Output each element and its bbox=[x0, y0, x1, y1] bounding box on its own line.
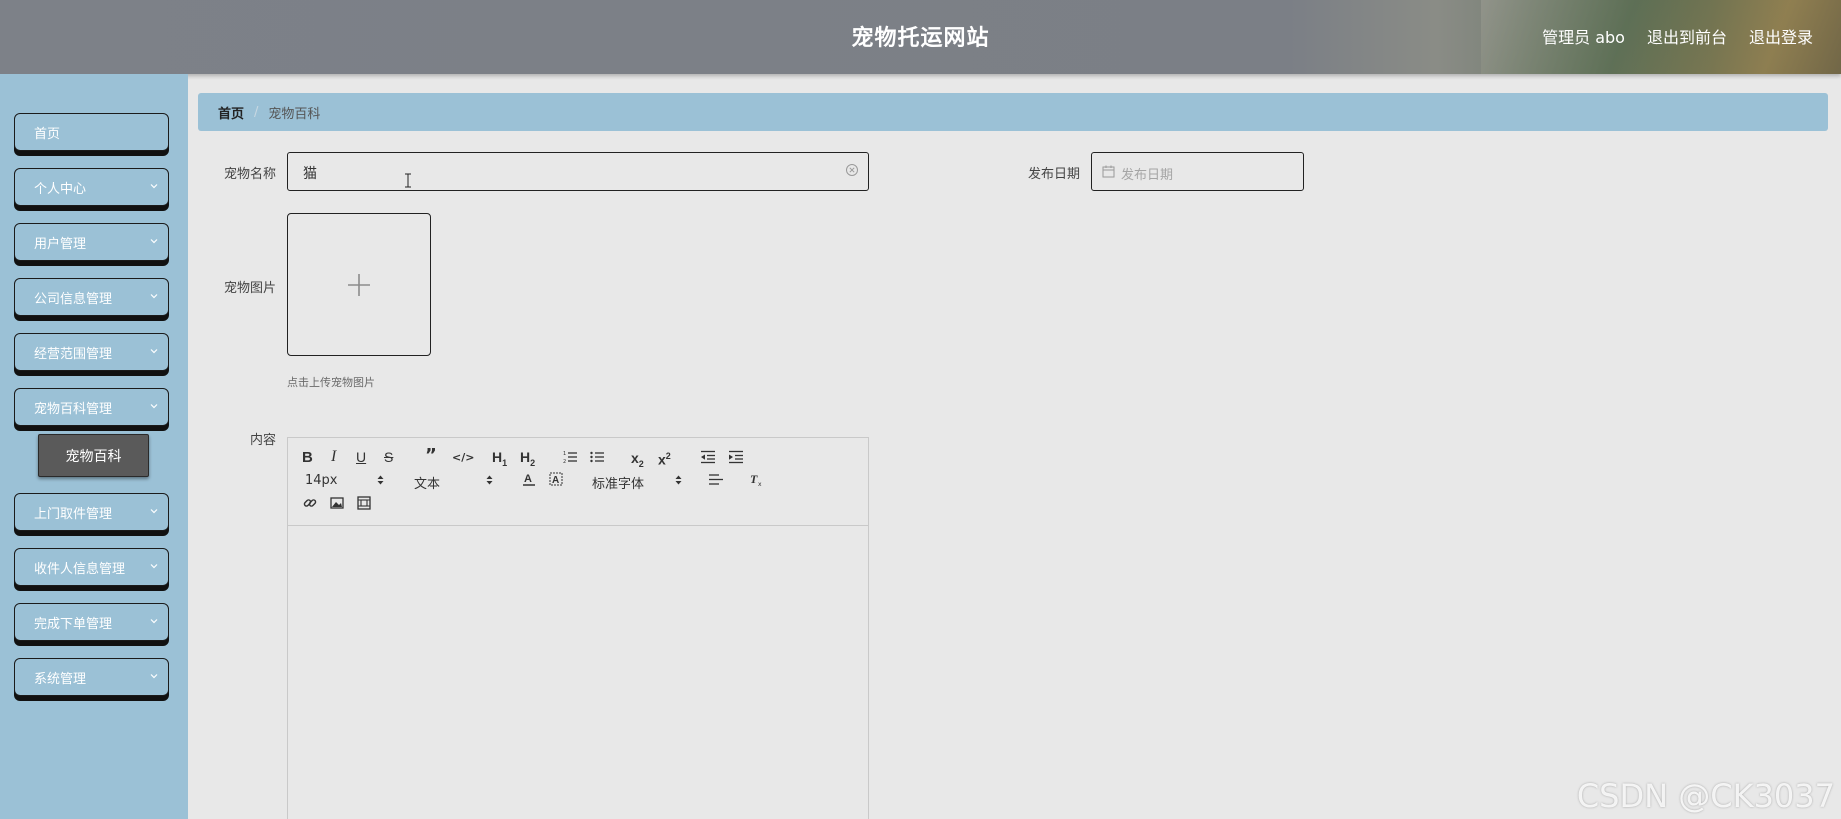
underline-icon[interactable]: U bbox=[356, 449, 366, 465]
ordered-list-icon[interactable]: 1 2 bbox=[563, 450, 577, 464]
chevron-down-icon bbox=[150, 619, 158, 624]
chevron-down-icon bbox=[150, 509, 158, 514]
sidebar-item-pickup-management[interactable]: 上门取件管理 bbox=[14, 493, 169, 531]
sidebar-subitem-label: 宠物百科 bbox=[65, 448, 122, 465]
sidebar-item-user-management[interactable]: 用户管理 bbox=[14, 223, 169, 261]
align-left-icon[interactable] bbox=[709, 473, 723, 486]
video-icon[interactable] bbox=[357, 496, 371, 510]
editor-toolbar: B I U S ” </> H1 H2 1 2 x2 x2 14px 文本 A … bbox=[288, 438, 868, 526]
sidebar-item-recipient-info[interactable]: 收件人信息管理 bbox=[14, 548, 169, 586]
svg-text:x: x bbox=[758, 481, 762, 487]
blockquote-icon[interactable]: ” bbox=[425, 447, 437, 465]
editor-content-area[interactable] bbox=[288, 526, 868, 819]
font-color-icon[interactable]: A bbox=[522, 472, 536, 487]
sidebar: 首页 个人中心 用户管理 公司信息管理 经营范围管理 宠物百科管理 宠物百科 上… bbox=[0, 74, 188, 819]
chevron-down-icon bbox=[150, 349, 158, 354]
sidebar-item-label: 首页 bbox=[34, 126, 61, 142]
exit-to-front-link[interactable]: 退出到前台 bbox=[1647, 24, 1727, 48]
publish-date-placeholder: 发布日期 bbox=[1121, 168, 1174, 183]
calendar-icon bbox=[1102, 165, 1115, 178]
strikethrough-icon[interactable]: S bbox=[384, 449, 393, 465]
bullet-list-icon[interactable] bbox=[590, 450, 604, 464]
header-select[interactable]: 文本 bbox=[414, 473, 440, 492]
svg-text:1: 1 bbox=[563, 451, 566, 457]
link-icon[interactable] bbox=[303, 496, 317, 510]
breadcrumb: 首页 / 宠物百科 bbox=[198, 93, 1828, 131]
code-block-icon[interactable]: </> bbox=[452, 450, 474, 466]
chevron-down-icon bbox=[150, 239, 158, 244]
sidebar-subitem-pet-encyclopedia[interactable]: 宠物百科 bbox=[38, 434, 149, 477]
sidebar-item-order-management[interactable]: 完成下单管理 bbox=[14, 603, 169, 641]
clear-icon[interactable] bbox=[845, 163, 859, 177]
italic-icon[interactable]: I bbox=[331, 449, 336, 465]
upload-hint: 点击上传宠物图片 bbox=[287, 376, 375, 389]
svg-text:T: T bbox=[750, 472, 758, 486]
breadcrumb-separator: / bbox=[254, 104, 259, 120]
header-links: 管理员 abo 退出到前台 退出登录 bbox=[1542, 24, 1813, 48]
sidebar-item-label: 公司信息管理 bbox=[34, 291, 113, 307]
breadcrumb-home[interactable]: 首页 bbox=[218, 103, 244, 122]
admin-user-label: 管理员 abo bbox=[1542, 28, 1625, 47]
sidebar-item-personal-center[interactable]: 个人中心 bbox=[14, 168, 169, 206]
svg-text:A: A bbox=[552, 475, 559, 486]
pet-name-input[interactable]: 猫 bbox=[287, 152, 869, 191]
sidebar-item-label: 用户管理 bbox=[34, 236, 87, 252]
pet-image-label: 宠物图片 bbox=[223, 281, 276, 296]
sidebar-item-label: 收件人信息管理 bbox=[34, 561, 126, 577]
select-arrows-icon bbox=[377, 475, 384, 485]
sidebar-item-label: 宠物百科管理 bbox=[34, 401, 113, 417]
rich-text-editor: B I U S ” </> H1 H2 1 2 x2 x2 14px 文本 A … bbox=[287, 437, 869, 819]
content-label: 内容 bbox=[249, 433, 276, 448]
pet-image-upload[interactable] bbox=[287, 213, 431, 356]
chevron-down-icon bbox=[150, 404, 158, 409]
subscript-icon[interactable]: x2 bbox=[631, 450, 644, 472]
indent-icon[interactable] bbox=[729, 450, 743, 464]
font-size-select[interactable]: 14px bbox=[305, 473, 338, 488]
image-icon[interactable] bbox=[330, 496, 344, 510]
publish-date-input[interactable]: 发布日期 bbox=[1091, 152, 1304, 191]
chevron-down-icon bbox=[150, 294, 158, 299]
svg-text:A: A bbox=[524, 473, 532, 485]
select-arrows-icon bbox=[675, 475, 682, 485]
svg-text:2: 2 bbox=[563, 459, 566, 464]
outdent-icon[interactable] bbox=[701, 450, 715, 464]
sidebar-item-label: 完成下单管理 bbox=[34, 616, 113, 632]
top-header: 宠物托运网站 管理员 abo 退出到前台 退出登录 bbox=[0, 0, 1841, 74]
chevron-down-icon bbox=[150, 564, 158, 569]
sidebar-item-label: 系统管理 bbox=[34, 671, 87, 687]
superscript-icon[interactable]: x2 bbox=[658, 448, 671, 468]
sidebar-item-label: 上门取件管理 bbox=[34, 506, 113, 522]
chevron-down-icon bbox=[150, 184, 158, 189]
chevron-down-icon bbox=[150, 674, 158, 679]
background-color-icon[interactable]: A bbox=[549, 472, 563, 487]
plus-icon bbox=[348, 274, 370, 296]
breadcrumb-current: 宠物百科 bbox=[268, 106, 321, 122]
sidebar-item-system-management[interactable]: 系统管理 bbox=[14, 658, 169, 696]
select-arrows-icon bbox=[486, 475, 493, 485]
publish-date-label: 发布日期 bbox=[1027, 167, 1080, 182]
font-family-select[interactable]: 标准字体 bbox=[592, 473, 644, 492]
pet-name-label: 宠物名称 bbox=[223, 167, 276, 182]
sidebar-item-label: 个人中心 bbox=[34, 181, 87, 197]
sidebar-item-pet-encyclopedia-management[interactable]: 宠物百科管理 bbox=[14, 388, 169, 426]
logout-link[interactable]: 退出登录 bbox=[1749, 24, 1813, 48]
sidebar-item-home[interactable]: 首页 bbox=[14, 113, 169, 151]
bold-icon[interactable]: B bbox=[302, 450, 313, 466]
sidebar-item-business-scope[interactable]: 经营范围管理 bbox=[14, 333, 169, 371]
watermark: CSDN @CK3037 bbox=[1576, 777, 1835, 815]
heading1-icon[interactable]: H1 bbox=[492, 449, 507, 471]
heading2-icon[interactable]: H2 bbox=[520, 449, 535, 471]
text-cursor-icon bbox=[405, 173, 411, 188]
sidebar-item-company-info[interactable]: 公司信息管理 bbox=[14, 278, 169, 316]
clear-format-icon[interactable]: T x bbox=[750, 472, 764, 487]
sidebar-item-label: 经营范围管理 bbox=[34, 346, 113, 362]
pet-name-value: 猫 bbox=[303, 166, 317, 182]
